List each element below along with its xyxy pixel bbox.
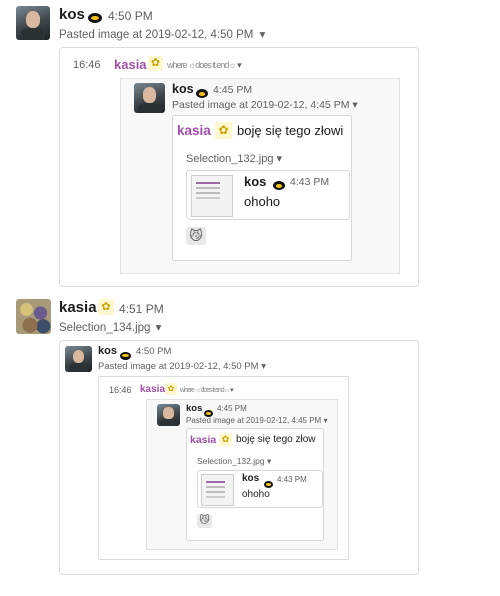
- avatar: [65, 346, 92, 372]
- flower-emoji-icon: ✿: [219, 433, 232, 446]
- timestamp: 4:43 PM: [277, 475, 307, 484]
- batman-emoji-icon: [88, 12, 102, 23]
- attachment-title: Pasted image at 2019-02-12, 4:45 PM ▾: [172, 99, 358, 111]
- chevron-down-icon: ▾: [237, 60, 241, 70]
- cat-emoji-icon: 😼: [197, 514, 212, 528]
- timestamp: 4:50 PM: [136, 346, 172, 357]
- quote-time: 16:46: [109, 385, 132, 395]
- image-preview: kos 4:43 PM ohoho: [197, 470, 323, 508]
- chevron-down-icon: ▾: [266, 456, 272, 466]
- image-preview: kos 4:43 PM ohoho: [186, 170, 350, 220]
- screenshot-thumbnail: [201, 474, 234, 506]
- author-name: kos: [186, 403, 203, 414]
- message-text: boję się tego złowi: [237, 123, 344, 138]
- timestamp: 4:43 PM: [290, 176, 330, 188]
- quote-text: where ☼does it end☼ ▾: [180, 386, 233, 394]
- flower-emoji-icon: ✿: [165, 383, 177, 395]
- squiggle-icon: ☼: [223, 387, 231, 394]
- file-name-text: Selection_134.jpg: [59, 322, 151, 334]
- flower-emoji-icon: ✿: [98, 299, 114, 315]
- quote-text-part2: does it end: [195, 60, 229, 70]
- quote-time: 16:46: [73, 59, 101, 71]
- chevron-down-icon: ▾: [352, 99, 358, 111]
- message-kos-1: kos 4:50 PM Pasted image at 2019-02-12, …: [0, 0, 500, 287]
- chevron-down-icon: ▾: [323, 416, 328, 425]
- message-text: ohoho: [244, 194, 281, 209]
- chevron-down-icon[interactable]: ▾: [260, 27, 266, 41]
- attachment-title-text: Pasted image at 2019-02-12, 4:50 PM: [59, 29, 254, 41]
- author-name[interactable]: kos: [59, 6, 85, 23]
- image-preview[interactable]: kos 4:50 PM Pasted image at 2019-02-12, …: [59, 340, 419, 575]
- image-preview[interactable]: 16:46 kasia ✿ where ☼does it end☼ ▾ kos …: [59, 47, 419, 287]
- author-name: kos: [172, 82, 194, 96]
- avatar: [134, 83, 165, 113]
- quote-text-part2: does it end: [200, 387, 224, 394]
- timestamp[interactable]: 4:50 PM: [108, 9, 153, 23]
- image-preview: 16:46 kasia ✿ where ☼does it end☼ ▾ kos …: [98, 376, 349, 560]
- quoted-message-box: kos 4:45 PM Pasted image at 2019-02-12, …: [120, 78, 400, 274]
- quote-text-part1: where: [180, 387, 196, 394]
- timestamp[interactable]: 4:51 PM: [119, 302, 164, 316]
- screenshot-thumbnail: [191, 175, 233, 217]
- avatar[interactable]: [16, 6, 50, 40]
- cat-emoji-icon: 😼: [186, 227, 206, 245]
- attachment-title: Pasted image at 2019-02-12, 4:45 PM ▾: [186, 416, 327, 425]
- quote-author: kasia: [140, 384, 166, 395]
- flower-emoji-icon: ✿: [148, 56, 163, 71]
- quote-author: kasia: [177, 123, 211, 138]
- chevron-down-icon: ▾: [261, 361, 266, 372]
- avatar[interactable]: [16, 299, 51, 334]
- quote-text: where ☼does it end☼ ▾: [167, 60, 241, 71]
- author-name: kos: [242, 473, 260, 484]
- file-name: Selection_132.jpg ▾: [197, 456, 271, 467]
- batman-emoji-icon: [120, 351, 131, 360]
- chevron-down-icon: ▾: [276, 153, 283, 165]
- message-text: ohoho: [242, 489, 270, 500]
- attachment-title-text: Pasted image at 2019-02-12, 4:50 PM: [98, 361, 259, 372]
- author-name[interactable]: kasia: [59, 299, 97, 316]
- chevron-down-icon: ▾: [230, 387, 233, 394]
- quote-author: kasia: [114, 57, 147, 72]
- timestamp: 4:45 PM: [213, 84, 253, 96]
- quote-author: kasia: [190, 434, 217, 446]
- quote-text-part1: where: [167, 60, 189, 70]
- file-name[interactable]: Selection_134.jpg ▾: [59, 320, 161, 334]
- attachment-title-text: Pasted image at 2019-02-12, 4:45 PM: [186, 416, 322, 425]
- avatar: [157, 404, 180, 426]
- author-name: kos: [98, 345, 117, 357]
- image-preview: kasia ✿ boję się tego złowi Selection_13…: [172, 115, 352, 261]
- file-name-text: Selection_132.jpg: [197, 456, 265, 466]
- attachment-title[interactable]: Pasted image at 2019-02-12, 4:50 PM ▾: [59, 27, 265, 41]
- batman-emoji-icon: [264, 481, 273, 489]
- file-name-text: Selection_132.jpg: [186, 153, 274, 165]
- author-name: kos: [244, 174, 267, 189]
- file-name: Selection_132.jpg ▾: [186, 152, 282, 165]
- batman-emoji-icon: [273, 181, 285, 191]
- squiggle-icon: ☼: [228, 60, 236, 70]
- attachment-title-text: Pasted image at 2019-02-12, 4:45 PM: [172, 99, 350, 111]
- timestamp: 4:45 PM: [217, 404, 247, 413]
- attachment-title: Pasted image at 2019-02-12, 4:50 PM ▾: [98, 361, 266, 372]
- image-preview: kasia ✿ boję się tego złow Selection_132…: [186, 428, 324, 541]
- quoted-message-box: kos 4:45 PM Pasted image at 2019-02-12, …: [146, 399, 338, 550]
- message-text: boję się tego złow: [236, 434, 316, 445]
- chevron-down-icon[interactable]: ▾: [156, 320, 162, 334]
- flower-emoji-icon: ✿: [215, 122, 232, 139]
- batman-emoji-icon: [196, 89, 208, 99]
